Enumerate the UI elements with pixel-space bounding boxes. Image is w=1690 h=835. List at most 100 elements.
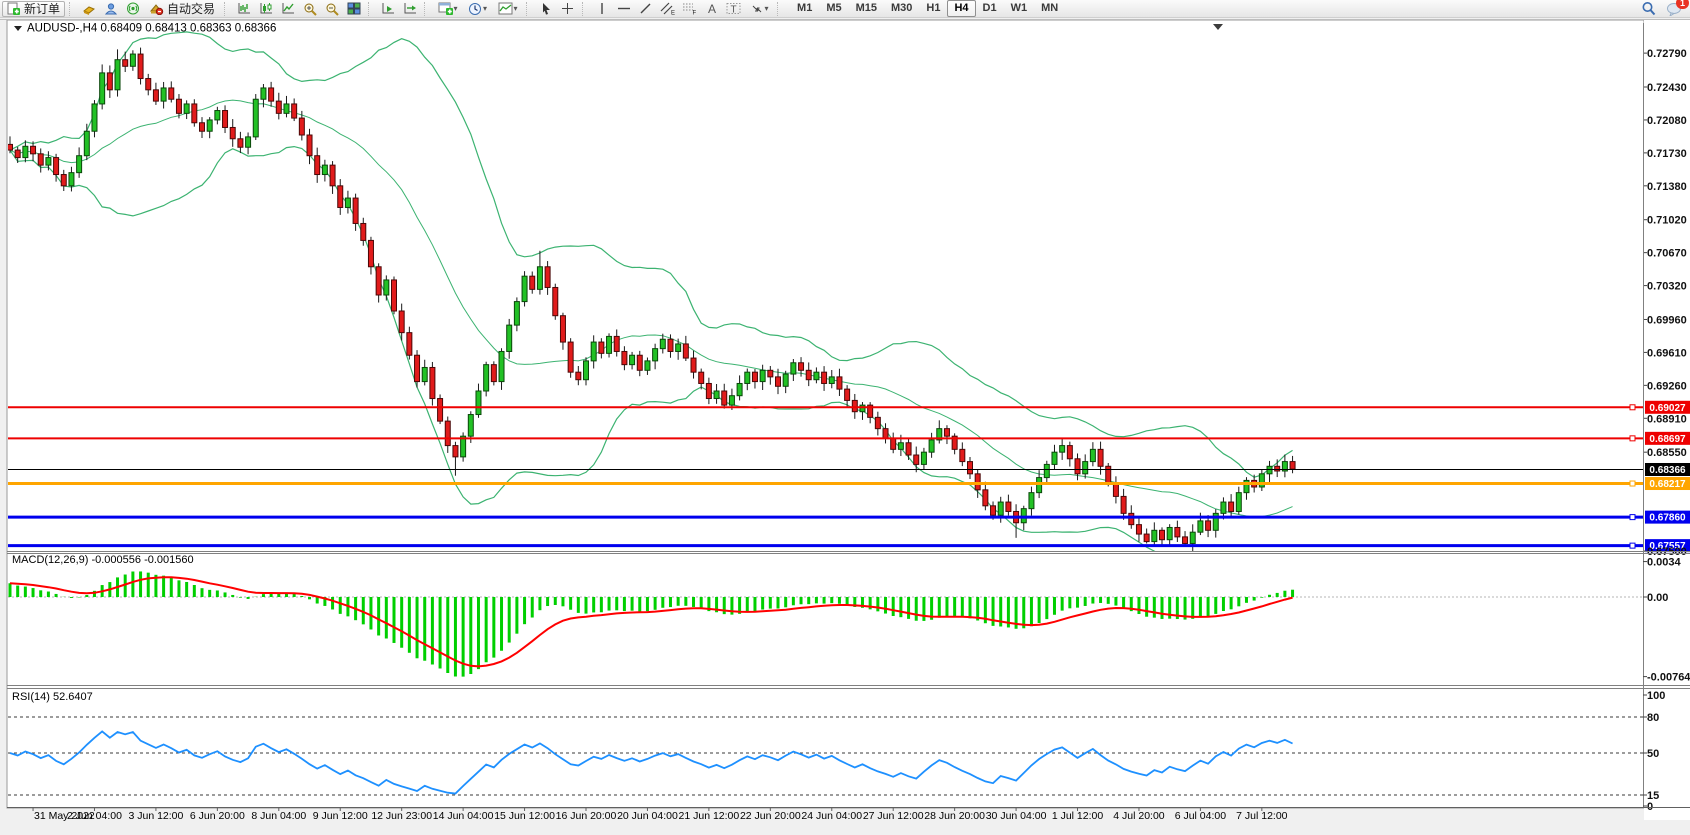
- price-axis-label: 0.68910: [1647, 413, 1687, 425]
- candle: [200, 123, 205, 131]
- date-axis-label: 4 Jul 20:00: [1113, 810, 1165, 822]
- timeframe-MN[interactable]: MN: [1034, 0, 1065, 17]
- candle: [491, 365, 496, 382]
- timeframe-H4[interactable]: H4: [947, 0, 975, 17]
- candle: [722, 391, 727, 405]
- new-order-icon: [7, 2, 21, 15]
- svg-text:0.68697: 0.68697: [1649, 434, 1686, 445]
- level-handle[interactable]: [1630, 405, 1635, 410]
- new-order-button[interactable]: 新订单: [2, 1, 65, 17]
- zoom-out-icon[interactable]: [321, 0, 342, 18]
- candle: [476, 391, 481, 415]
- periods-dropdown[interactable]: ▾: [463, 0, 492, 18]
- candle: [968, 462, 973, 474]
- auto-scroll-icon[interactable]: [377, 0, 398, 18]
- macd-label: MACD(12,26,9) -0.000556 -0.001560: [12, 554, 194, 566]
- candle: [944, 429, 949, 437]
- candle: [1144, 534, 1149, 542]
- notification-badge: 1: [1676, 0, 1689, 9]
- timeframe-M15[interactable]: M15: [849, 0, 884, 17]
- market-icon[interactable]: [78, 0, 99, 18]
- chart-shift-icon[interactable]: [399, 0, 420, 18]
- candle: [153, 90, 158, 101]
- level-handle[interactable]: [1630, 543, 1635, 548]
- zoom-in-icon[interactable]: [299, 0, 320, 18]
- timeframe-W1[interactable]: W1: [1004, 0, 1035, 17]
- signals-icon[interactable]: [122, 0, 143, 18]
- candle: [1052, 452, 1057, 464]
- text-icon[interactable]: A: [701, 0, 722, 18]
- candlestick-chart-icon[interactable]: [255, 0, 276, 18]
- candle: [392, 280, 397, 311]
- templates-dropdown[interactable]: ▾: [493, 0, 522, 18]
- price-axis-label: 0.70670: [1647, 248, 1687, 260]
- candle: [100, 73, 105, 104]
- candle: [38, 154, 43, 165]
- timeframe-M5[interactable]: M5: [819, 0, 848, 17]
- date-axis-label: 24 Jun 04:00: [801, 810, 862, 822]
- candle: [368, 240, 373, 266]
- candle: [668, 339, 673, 351]
- svg-text:0.67860: 0.67860: [1649, 513, 1686, 524]
- price-chart[interactable]: 0.690270.686970.682170.678600.675570.683…: [0, 0, 1690, 835]
- candle: [1259, 474, 1264, 487]
- bar-chart-icon[interactable]: [233, 0, 254, 18]
- vertical-line-icon[interactable]: [591, 0, 612, 18]
- candle: [1129, 513, 1134, 524]
- level-handle[interactable]: [1630, 436, 1635, 441]
- level-handle[interactable]: [1630, 515, 1635, 520]
- equidistant-channel-icon[interactable]: E: [657, 0, 678, 18]
- search-icon[interactable]: [1638, 0, 1659, 18]
- date-axis-label: 6 Jul 04:00: [1175, 810, 1227, 822]
- chart-frame: [7, 20, 1644, 808]
- text-label-icon[interactable]: T: [723, 0, 744, 18]
- arrows-dropdown[interactable]: ▾: [745, 0, 773, 18]
- cursor-icon[interactable]: [535, 0, 556, 18]
- level-handle[interactable]: [1630, 481, 1635, 486]
- candle: [176, 99, 181, 113]
- crosshair-icon[interactable]: [557, 0, 578, 18]
- candle: [530, 276, 535, 289]
- candle: [338, 186, 343, 208]
- candle: [891, 438, 896, 449]
- candle: [1006, 502, 1011, 511]
- timeframe-M1[interactable]: M1: [790, 0, 819, 17]
- trendline-icon[interactable]: [635, 0, 656, 18]
- candle: [745, 372, 750, 383]
- candle: [706, 383, 711, 398]
- candle: [292, 104, 297, 118]
- candle: [568, 342, 573, 372]
- candle: [1113, 483, 1118, 496]
- new-chart-dropdown[interactable]: ▾: [433, 0, 462, 18]
- line-chart-icon[interactable]: [277, 0, 298, 18]
- price-axis-label: 0.69960: [1647, 314, 1687, 326]
- candle: [1090, 449, 1095, 461]
- candle: [115, 60, 120, 90]
- candle: [1098, 449, 1103, 466]
- candle: [399, 311, 404, 333]
- date-axis-label: 3 Jun 12:00: [128, 810, 183, 822]
- autotrading-icon: [149, 2, 164, 15]
- candle: [223, 111, 228, 128]
- candle: [806, 370, 811, 379]
- autotrading-button[interactable]: 自动交易: [144, 1, 220, 17]
- candle: [1044, 464, 1049, 477]
- timeframe-M30[interactable]: M30: [884, 0, 919, 17]
- community-icon[interactable]: [100, 0, 121, 18]
- candle: [238, 139, 243, 147]
- date-axis-label: 30 Jun 04:00: [986, 810, 1047, 822]
- candle: [422, 367, 427, 381]
- candle: [438, 399, 443, 422]
- timeframe-D1[interactable]: D1: [976, 0, 1004, 17]
- date-axis-label: 22 Jun 20:00: [740, 810, 801, 822]
- candle: [353, 198, 358, 223]
- date-axis-label: 14 Jun 04:00: [433, 810, 494, 822]
- fibonacci-icon[interactable]: F: [679, 0, 700, 18]
- tile-windows-icon[interactable]: [343, 0, 364, 18]
- timeframe-H1[interactable]: H1: [919, 0, 947, 17]
- candle: [1160, 530, 1165, 539]
- toolbar-right-group: 1: [1638, 0, 1690, 18]
- candle: [376, 267, 381, 295]
- notifications-icon[interactable]: 1: [1663, 0, 1684, 18]
- horizontal-line-icon[interactable]: [613, 0, 634, 18]
